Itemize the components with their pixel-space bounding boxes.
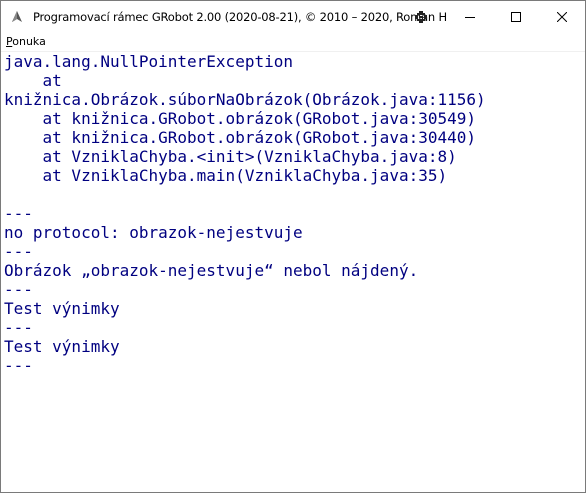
console-line: Test výnimky <box>4 299 120 318</box>
grobot-app-icon[interactable] <box>9 9 25 25</box>
console-line: no protocol: obrazok-nejestvuje <box>4 223 303 242</box>
console-line: java.lang.NullPointerException <box>4 52 293 71</box>
title-bar[interactable]: Programovací rámec GRobot 2.00 (2020-08-… <box>1 1 585 32</box>
console-line: Obrázok „obrazok-nejestvuje“ nebol nájde… <box>4 261 419 280</box>
console-line: Test výnimky <box>4 337 120 356</box>
console-line: --- <box>4 242 33 261</box>
menu-item-label: onuka <box>12 35 46 48</box>
close-button[interactable] <box>539 1 585 32</box>
menu-bar: Ponuka <box>1 32 585 52</box>
app-window: Programovací rámec GRobot 2.00 (2020-08-… <box>0 0 586 493</box>
maximize-button[interactable] <box>493 1 539 32</box>
console-line: at knižnica.GRobot.obrázok(GRobot.java:3… <box>4 128 477 147</box>
console-output[interactable]: java.lang.NullPointerException at knižnic… <box>1 52 585 492</box>
window-title: Programovací rámec GRobot 2.00 (2020-08-… <box>33 9 447 24</box>
console-line: at knižnica.GRobot.obrázok(GRobot.java:3… <box>4 109 477 128</box>
minimize-icon <box>465 16 475 18</box>
maximize-icon <box>511 11 521 22</box>
console-line: --- <box>4 204 33 223</box>
close-icon <box>557 11 567 22</box>
console-line: --- <box>4 356 33 375</box>
console-line: knižnica.Obrázok.súborNaObrázok(Obrázok.… <box>4 90 486 109</box>
menu-item-ponuka[interactable]: Ponuka <box>1 32 51 51</box>
console-line: at <box>4 71 62 90</box>
console-line: at VzniklaChyba.main(VzniklaChyba.java:3… <box>4 166 448 185</box>
minimize-button[interactable] <box>447 1 493 32</box>
grobot-cursor-icon <box>415 11 427 23</box>
console-line: --- <box>4 280 33 299</box>
console-line: --- <box>4 318 33 337</box>
window-controls <box>447 1 585 32</box>
console-line: at VzniklaChyba.<init>(VzniklaChyba.java… <box>4 147 457 166</box>
